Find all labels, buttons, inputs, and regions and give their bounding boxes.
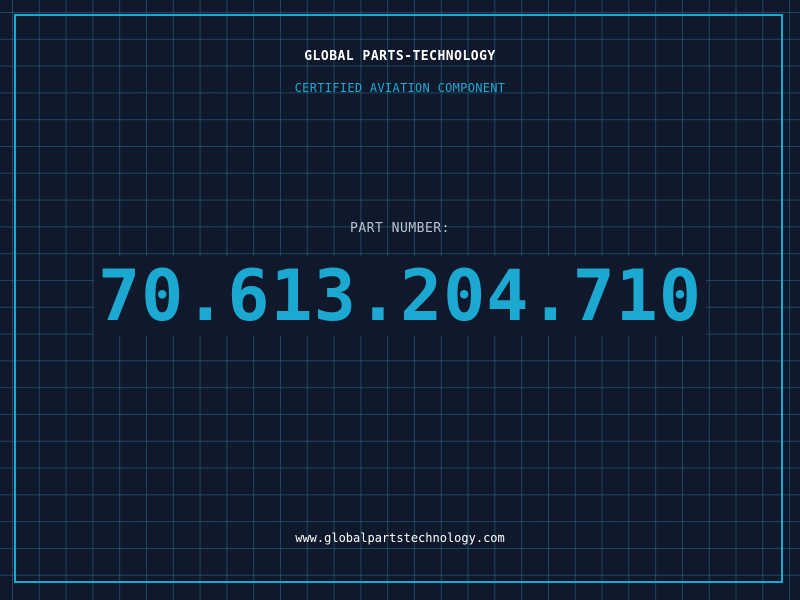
part-number-value: 70.613.204.710 xyxy=(93,256,706,336)
certification-tagline: CERTIFIED AVIATION COMPONENT xyxy=(294,81,506,95)
part-label-panel: GLOBAL PARTS-TECHNOLOGY CERTIFIED AVIATI… xyxy=(0,0,800,600)
company-name: GLOBAL PARTS-TECHNOLOGY xyxy=(304,49,496,64)
part-number-label: PART NUMBER: xyxy=(350,221,450,236)
website-url: www.globalpartstechnology.com xyxy=(295,531,505,545)
part-number-container: 70.613.204.710 xyxy=(0,256,800,336)
